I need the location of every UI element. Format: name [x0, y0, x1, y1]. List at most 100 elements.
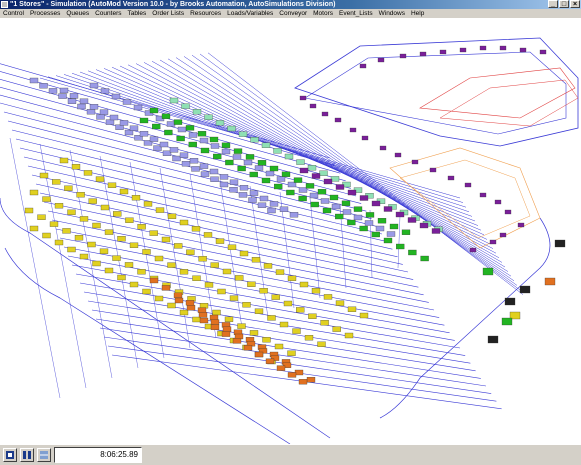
menu-counters[interactable]: Counters — [92, 9, 124, 18]
menu-processes[interactable]: Processes — [27, 9, 63, 18]
load-box — [112, 255, 121, 261]
load-box — [276, 176, 286, 182]
load-box — [209, 168, 219, 175]
load-box — [257, 160, 267, 166]
maximize-button[interactable]: □ — [559, 0, 569, 8]
load-box — [517, 222, 525, 228]
menu-motors[interactable]: Motors — [310, 9, 336, 18]
load-box — [249, 190, 259, 196]
view-icon[interactable] — [37, 448, 51, 462]
load-box — [283, 300, 293, 307]
menu-help[interactable]: Help — [408, 9, 427, 18]
load-box — [209, 136, 219, 143]
load-box — [265, 170, 275, 177]
menu-loads-variables[interactable]: Loads/Variables — [224, 9, 276, 18]
load-box — [181, 103, 190, 109]
load-box — [215, 120, 225, 126]
load-box — [310, 201, 319, 208]
status-bar: 8:06:25.89 — [0, 444, 581, 465]
load-box — [353, 206, 363, 212]
load-box — [159, 141, 169, 148]
load-box — [188, 132, 198, 138]
load-box — [131, 195, 141, 201]
menu-order-lists[interactable]: Order Lists — [149, 9, 187, 18]
load-box — [494, 199, 502, 205]
load-box — [257, 202, 267, 208]
load-box — [249, 330, 259, 336]
load-box — [59, 87, 69, 94]
load-box — [320, 320, 329, 326]
menu-windows[interactable]: Windows — [376, 9, 408, 18]
load-box — [39, 172, 49, 179]
load-box — [331, 203, 341, 210]
simulation-viewport[interactable] — [0, 18, 581, 444]
menu-event-lists[interactable]: Event_Lists — [336, 9, 376, 18]
load-box — [439, 49, 447, 55]
menu-queues[interactable]: Queues — [63, 9, 92, 18]
load-box — [169, 97, 179, 104]
load-box — [42, 196, 51, 202]
load-box — [137, 224, 146, 230]
load-box — [222, 326, 232, 332]
load-box — [227, 125, 236, 132]
load-box — [212, 309, 221, 316]
load-box — [59, 157, 69, 164]
load-box — [386, 231, 396, 237]
menu-conveyor[interactable]: Conveyor — [276, 9, 310, 18]
load-box — [238, 192, 248, 198]
track-lines — [0, 52, 551, 444]
track-line — [99, 155, 139, 369]
load-box — [192, 275, 201, 281]
automod-app-icon[interactable] — [1, 1, 8, 8]
load-box — [117, 274, 126, 281]
load-box — [419, 51, 427, 57]
load-box — [52, 179, 61, 185]
load-box — [186, 249, 195, 255]
load-box — [222, 268, 232, 275]
load-box — [267, 315, 276, 321]
load-box — [383, 206, 393, 212]
load-box — [284, 153, 294, 160]
load-box — [261, 142, 271, 148]
load-box — [161, 113, 171, 119]
load-box — [269, 201, 279, 207]
track-line — [59, 237, 435, 311]
load-box — [279, 321, 289, 328]
load-box — [67, 246, 76, 253]
load-box — [79, 98, 89, 104]
minimize-button[interactable]: _ — [548, 0, 558, 8]
load-box — [221, 331, 231, 337]
load-box — [89, 82, 99, 89]
load-box — [242, 302, 251, 308]
load-box — [307, 165, 317, 171]
load-box — [129, 125, 139, 131]
load-box — [311, 173, 321, 179]
load-box — [261, 177, 271, 184]
menu-tables[interactable]: Tables — [124, 9, 149, 18]
simulation-3d-scene[interactable] — [0, 18, 581, 444]
load-box — [219, 181, 229, 188]
load-box — [142, 249, 151, 255]
run-icon[interactable] — [3, 448, 17, 462]
load-box — [129, 281, 139, 288]
load-box — [377, 218, 387, 224]
load-box — [308, 313, 317, 319]
load-box — [109, 114, 119, 121]
load-box — [142, 288, 151, 295]
load-box — [64, 185, 73, 191]
menu-resources[interactable]: Resources — [187, 9, 224, 18]
step-icon[interactable] — [20, 448, 34, 462]
menu-control[interactable]: Control — [0, 9, 27, 18]
load-box — [58, 93, 67, 99]
load-box — [321, 111, 329, 117]
load-box — [504, 209, 512, 215]
load-box — [229, 187, 238, 193]
load-box — [317, 341, 326, 347]
load-box — [250, 137, 259, 143]
load-box — [225, 159, 234, 166]
load-box — [359, 225, 368, 232]
load-box — [329, 194, 339, 201]
load-box — [304, 335, 314, 341]
load-box — [294, 369, 304, 376]
close-button[interactable]: × — [570, 0, 580, 8]
